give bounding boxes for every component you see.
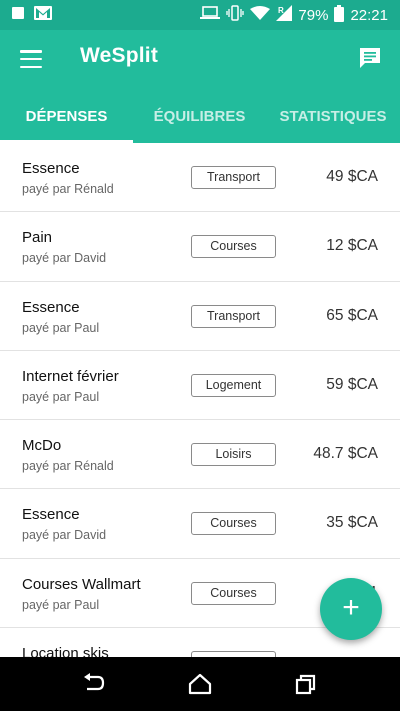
expense-payer: payé par Rénald bbox=[22, 182, 114, 196]
expense-payer: payé par Paul bbox=[22, 389, 100, 404]
expense-name: Location skis bbox=[22, 645, 109, 657]
category-chip: Loisirs bbox=[191, 443, 276, 467]
expense-row[interactable]: Essence payé par Rénald Transport 49 $CA bbox=[0, 143, 400, 213]
navigation-bar bbox=[0, 657, 400, 711]
expense-name: Essence bbox=[22, 298, 80, 316]
notification-icon bbox=[12, 6, 24, 24]
back-icon[interactable] bbox=[82, 673, 106, 695]
category-chip: Courses bbox=[191, 581, 276, 605]
tab-bar: DÉPENSES ÉQUILIBRES STATISTIQUES bbox=[0, 90, 400, 143]
expense-name: Courses Wallmart bbox=[22, 575, 141, 593]
home-icon[interactable] bbox=[188, 673, 212, 695]
battery-percent: 79% bbox=[298, 6, 329, 24]
hamburger-menu-icon[interactable] bbox=[20, 50, 42, 68]
expense-amount: 12 $CA bbox=[326, 237, 378, 255]
category-chip: Courses bbox=[191, 512, 276, 536]
wifi-icon bbox=[250, 5, 271, 25]
svg-text:R: R bbox=[278, 6, 284, 15]
laptop-icon bbox=[200, 6, 221, 24]
expense-payer: payé par Paul bbox=[22, 597, 100, 612]
battery-icon bbox=[334, 4, 345, 26]
expense-payer: payé par Rénald bbox=[22, 459, 114, 474]
category-chip: Logement bbox=[191, 373, 276, 397]
expense-row[interactable]: Essence payé par Paul Transport 65 $CA bbox=[0, 282, 400, 351]
expense-payer: payé par David bbox=[22, 251, 107, 266]
category-chip: Courses bbox=[191, 235, 276, 259]
vibrate-icon bbox=[226, 5, 245, 25]
tab-equilibres[interactable]: ÉQUILIBRES bbox=[133, 90, 266, 143]
expense-name: Internet février bbox=[22, 367, 119, 385]
clock: 22:21 bbox=[350, 6, 388, 24]
expense-row[interactable]: McDo payé par Rénald Loisirs 48.7 $CA bbox=[0, 420, 400, 490]
expense-payer: payé par David bbox=[22, 528, 107, 543]
chat-message-icon[interactable] bbox=[358, 46, 382, 70]
status-bar: R 79% 22:21 bbox=[0, 0, 400, 30]
expense-name: Pain bbox=[22, 229, 53, 247]
tab-depenses[interactable]: DÉPENSES bbox=[0, 90, 133, 143]
expense-amount: 35 $CA bbox=[326, 514, 378, 532]
category-chip: Transport bbox=[191, 304, 276, 328]
app-title: WeSplit bbox=[80, 44, 159, 67]
expense-payer: payé par Paul bbox=[22, 320, 100, 335]
gmail-icon bbox=[34, 5, 52, 25]
expense-row[interactable]: Essence payé par David Courses 35 $CA bbox=[0, 489, 400, 559]
expense-row[interactable]: Internet février payé par Paul Logement … bbox=[0, 351, 400, 421]
expense-amount: 65 $CA bbox=[326, 306, 378, 324]
expense-amount: 59 $CA bbox=[326, 375, 378, 393]
expense-name: Essence bbox=[22, 160, 80, 177]
expense-row[interactable]: Pain payé par David Courses 12 $CA bbox=[0, 212, 400, 282]
signal-roaming-icon: R bbox=[276, 5, 293, 25]
category-chip: Transport bbox=[191, 166, 276, 189]
expense-amount: 48.7 $CA bbox=[313, 445, 378, 463]
add-icon: + bbox=[342, 591, 360, 624]
expense-name: McDo bbox=[22, 437, 62, 455]
tab-statistiques[interactable]: STATISTIQUES bbox=[266, 90, 400, 143]
expense-name: Essence bbox=[22, 506, 80, 524]
expense-amount: 49 $CA bbox=[326, 168, 378, 185]
recent-apps-icon[interactable] bbox=[294, 673, 318, 695]
add-expense-button[interactable]: + bbox=[320, 578, 382, 640]
app-bar: WeSplit DÉPENSES ÉQUILIBRES STATISTIQUES bbox=[0, 30, 400, 143]
